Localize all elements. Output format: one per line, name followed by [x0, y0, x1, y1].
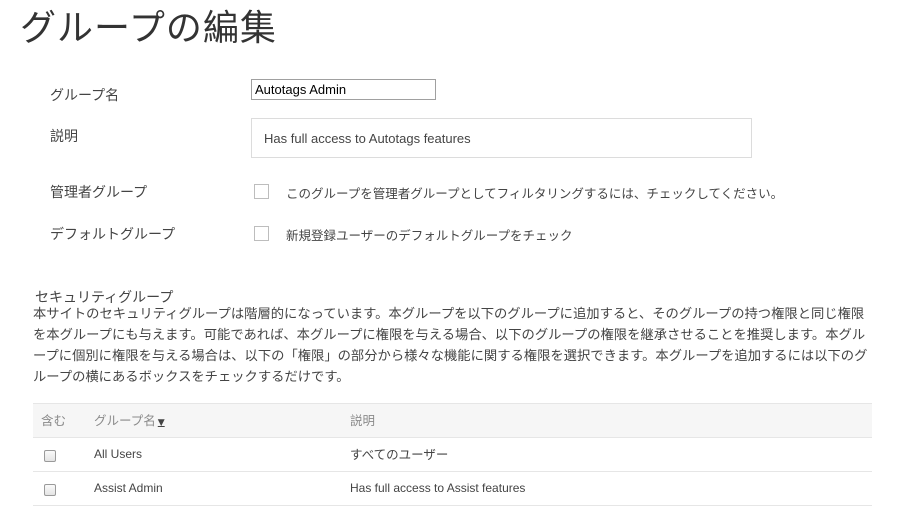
group-name-input[interactable]: Autotags Admin	[251, 79, 436, 100]
default-group-checkbox[interactable]	[254, 226, 269, 241]
table-header: 含む グループ名 ▼ 説明	[33, 403, 872, 438]
header-group-name-label: グループ名	[94, 413, 156, 428]
admin-group-label: 管理者グループ	[50, 185, 148, 201]
row-description: Has full access to Assist features	[350, 481, 526, 495]
default-group-checkbox-text: 新規登録ユーザーのデフォルトグループをチェック	[286, 228, 573, 243]
header-include: 含む	[41, 413, 67, 428]
security-groups-description: 本サイトのセキュリティグループは階層的になっています。本グループを以下のグループ…	[33, 307, 868, 385]
admin-group-checkbox[interactable]	[254, 184, 269, 199]
page-title: グループの編集	[20, 8, 277, 49]
row-group-name: Assist Admin	[94, 481, 163, 495]
header-group-name[interactable]: グループ名 ▼	[94, 404, 165, 440]
sort-down-arrow-icon: ▼	[157, 418, 165, 428]
row-group-name: All Users	[94, 447, 143, 461]
row-include-checkbox[interactable]	[44, 450, 56, 462]
description-input[interactable]: Has full access to Autotags features	[251, 118, 752, 158]
description-label: 説明	[50, 129, 78, 145]
security-groups-table: 含む グループ名 ▼ 説明 All Users すべてのユーザー Assist A…	[33, 403, 872, 506]
default-group-label: デフォルトグループ	[50, 227, 176, 243]
header-description: 説明	[350, 413, 376, 428]
admin-group-checkbox-text: このグループを管理者グループとしてフィルタリングするには、チェックしてください。	[286, 186, 784, 201]
row-include-checkbox[interactable]	[44, 484, 56, 496]
table-row: Assist Admin Has full access to Assist f…	[33, 472, 872, 506]
row-description: すべてのユーザー	[350, 447, 449, 462]
group-name-label: グループ名	[50, 88, 120, 104]
table-row: All Users すべてのユーザー	[33, 438, 872, 472]
